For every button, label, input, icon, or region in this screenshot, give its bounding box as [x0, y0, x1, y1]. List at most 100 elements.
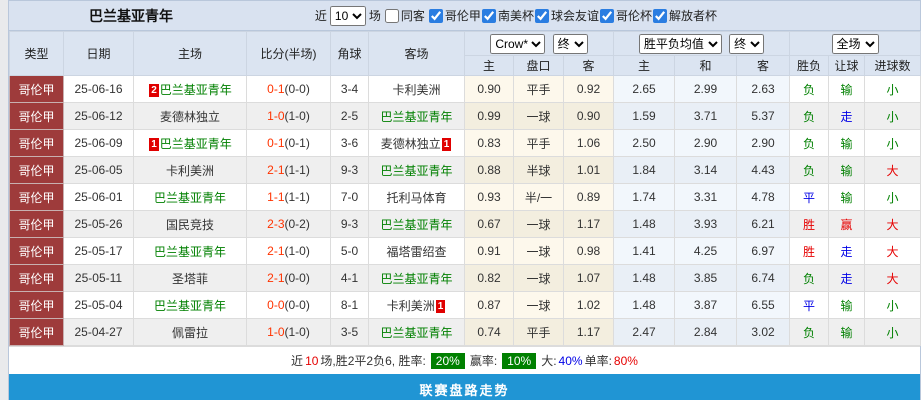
score-cell: 1-0(1-0)	[246, 102, 331, 130]
match-row: 哥伦甲 25-05-11 圣塔菲 2-1(0-0) 4-1 巴兰基亚青年 0.8…	[9, 264, 921, 292]
match-row: 哥伦甲 25-05-04 巴兰基亚青年 0-0(0-0) 8-1 卡利美洲 1 0…	[9, 291, 921, 319]
eu-home-odds: 1.59	[613, 102, 675, 130]
handicap-result-cell: 走	[828, 102, 866, 130]
same-venue-label: 同客	[400, 9, 425, 23]
match-row: 哥伦甲 25-05-17 巴兰基亚青年 2-1(1-0) 5-0 福塔雷绍查 0…	[9, 237, 921, 265]
result-cell: 负	[789, 75, 830, 103]
ah-home-odds: 0.67	[464, 210, 514, 238]
eu-draw-odds: 3.87	[674, 291, 737, 319]
competition-checkbox[interactable]	[599, 8, 614, 23]
handicap-result-cell: 走	[828, 237, 866, 265]
away-team-cell[interactable]: 巴兰基亚青年	[368, 102, 465, 130]
eu-home-odds: 1.84	[613, 156, 675, 184]
eu-draw-odds: 3.85	[674, 264, 737, 292]
summary-segment: 赢率:	[469, 354, 498, 368]
league-trend-tab[interactable]: 联赛盘路走势	[9, 374, 920, 400]
ah-line: 半球	[513, 156, 564, 184]
competition-label: 解放者杯	[668, 9, 717, 23]
handicap-result-cell: 输	[828, 75, 866, 103]
competition-checkbox[interactable]	[481, 8, 496, 23]
goals-result-cell: 小	[864, 183, 921, 211]
europe-odds-select[interactable]: 胜平负均值	[638, 33, 722, 54]
result-cell: 负	[789, 318, 830, 346]
away-team-cell[interactable]: 巴兰基亚青年	[368, 210, 465, 238]
ah-time-select[interactable]: 终	[552, 33, 588, 54]
away-team-cell[interactable]: 卡利美洲 1	[368, 291, 465, 319]
ah-line: 平手	[513, 318, 564, 346]
col-header-ah-home: 主	[464, 55, 514, 76]
eu-away-odds: 2.90	[735, 129, 791, 157]
home-team-cell[interactable]: 麦德林独立	[133, 102, 247, 130]
competition-filter[interactable]: 解放者杯	[652, 7, 717, 24]
goals-result-cell: 大	[864, 210, 921, 238]
eu-draw-odds: 2.90	[674, 129, 737, 157]
eu-home-odds: 2.65	[613, 75, 675, 103]
eu-time-select[interactable]: 终	[729, 33, 765, 54]
home-team-cell[interactable]: 1 巴兰基亚青年	[133, 129, 247, 157]
col-header-home: 主场	[133, 31, 247, 76]
eu-draw-odds: 4.25	[674, 237, 737, 265]
ah-home-odds: 0.87	[464, 291, 514, 319]
home-team-cell[interactable]: 巴兰基亚青年	[133, 291, 247, 319]
handicap-result-cell: 走	[828, 264, 866, 292]
home-team-cell[interactable]: 卡利美洲	[133, 156, 247, 184]
ah-home-odds: 0.93	[464, 183, 514, 211]
competition-filter[interactable]: 南美杯	[481, 7, 534, 24]
same-venue-checkbox[interactable]	[384, 8, 399, 23]
away-team-cell[interactable]: 巴兰基亚青年	[368, 156, 465, 184]
col-header-eu-away: 客	[735, 55, 791, 76]
goals-result-cell: 大	[864, 264, 921, 292]
eu-home-odds: 1.41	[613, 237, 675, 265]
home-team-cell[interactable]: 佩雷拉	[133, 318, 247, 346]
league-cell: 哥伦甲	[9, 156, 64, 184]
away-team-cell[interactable]: 福塔雷绍查	[368, 237, 465, 265]
home-team-cell[interactable]: 2 巴兰基亚青年	[133, 75, 247, 103]
recent-count-select[interactable]: 10	[329, 5, 366, 26]
competition-filter[interactable]: 哥伦杯	[599, 7, 652, 24]
eu-away-odds: 4.43	[735, 156, 791, 184]
away-team-cell[interactable]: 麦德林独立 1	[368, 129, 465, 157]
recent-label-prefix: 近	[314, 9, 327, 23]
home-team-cell[interactable]: 国民竞技	[133, 210, 247, 238]
bookmaker-select[interactable]: Crow*	[490, 33, 546, 54]
handicap-result-cell: 赢	[828, 210, 866, 238]
scope-select[interactable]: 全场	[831, 33, 879, 54]
competition-filter[interactable]: 哥伦甲	[428, 7, 481, 24]
home-team-cell[interactable]: 圣塔菲	[133, 264, 247, 292]
home-team-cell[interactable]: 巴兰基亚青年	[133, 183, 247, 211]
rank-badge: 1	[435, 299, 446, 313]
league-cell: 哥伦甲	[9, 183, 64, 211]
summary-segment: 10%	[502, 352, 537, 369]
date-cell: 25-06-01	[63, 183, 134, 211]
summary-segment: 40%	[558, 353, 583, 368]
corner-cell: 3-6	[330, 129, 369, 157]
league-cell: 哥伦甲	[9, 237, 64, 265]
competition-checkbox[interactable]	[428, 8, 443, 23]
home-team-cell[interactable]: 巴兰基亚青年	[133, 237, 247, 265]
date-cell: 25-05-26	[63, 210, 134, 238]
title-bar: 巴兰基亚青年 近 10 场 同客 哥伦甲 南美杯 球会友谊 哥伦杯 解放者杯	[9, 1, 920, 31]
page-title: 巴兰基亚青年	[89, 7, 173, 24]
eu-draw-odds: 3.14	[674, 156, 737, 184]
summary-segment: 近	[291, 354, 304, 368]
ah-away-odds: 0.89	[563, 183, 614, 211]
eu-home-odds: 2.47	[613, 318, 675, 346]
away-team-cell[interactable]: 巴兰基亚青年	[368, 318, 465, 346]
ah-home-odds: 0.91	[464, 237, 514, 265]
league-cell: 哥伦甲	[9, 264, 64, 292]
eu-away-odds: 6.55	[735, 291, 791, 319]
competition-checkbox[interactable]	[652, 8, 667, 23]
away-team-cell[interactable]: 卡利美洲	[368, 75, 465, 103]
away-team-cell[interactable]: 托利马体育	[368, 183, 465, 211]
competition-filter[interactable]: 球会友谊	[534, 7, 599, 24]
score-cell: 2-1(1-0)	[246, 237, 331, 265]
same-venue-filter[interactable]: 同客	[384, 7, 425, 24]
handicap-result-cell: 输	[828, 291, 866, 319]
ah-line: 半/一	[513, 183, 564, 211]
match-row: 哥伦甲 25-05-26 国民竞技 2-3(0-2) 9-3 巴兰基亚青年 0.…	[9, 210, 921, 238]
competition-checkbox[interactable]	[534, 8, 549, 23]
ah-line: 一球	[513, 264, 564, 292]
table-body: 哥伦甲 25-06-16 2 巴兰基亚青年 0-1(0-0) 3-4 卡利美洲 0…	[9, 75, 921, 346]
competition-label: 哥伦杯	[615, 9, 652, 23]
away-team-cell[interactable]: 巴兰基亚青年	[368, 264, 465, 292]
